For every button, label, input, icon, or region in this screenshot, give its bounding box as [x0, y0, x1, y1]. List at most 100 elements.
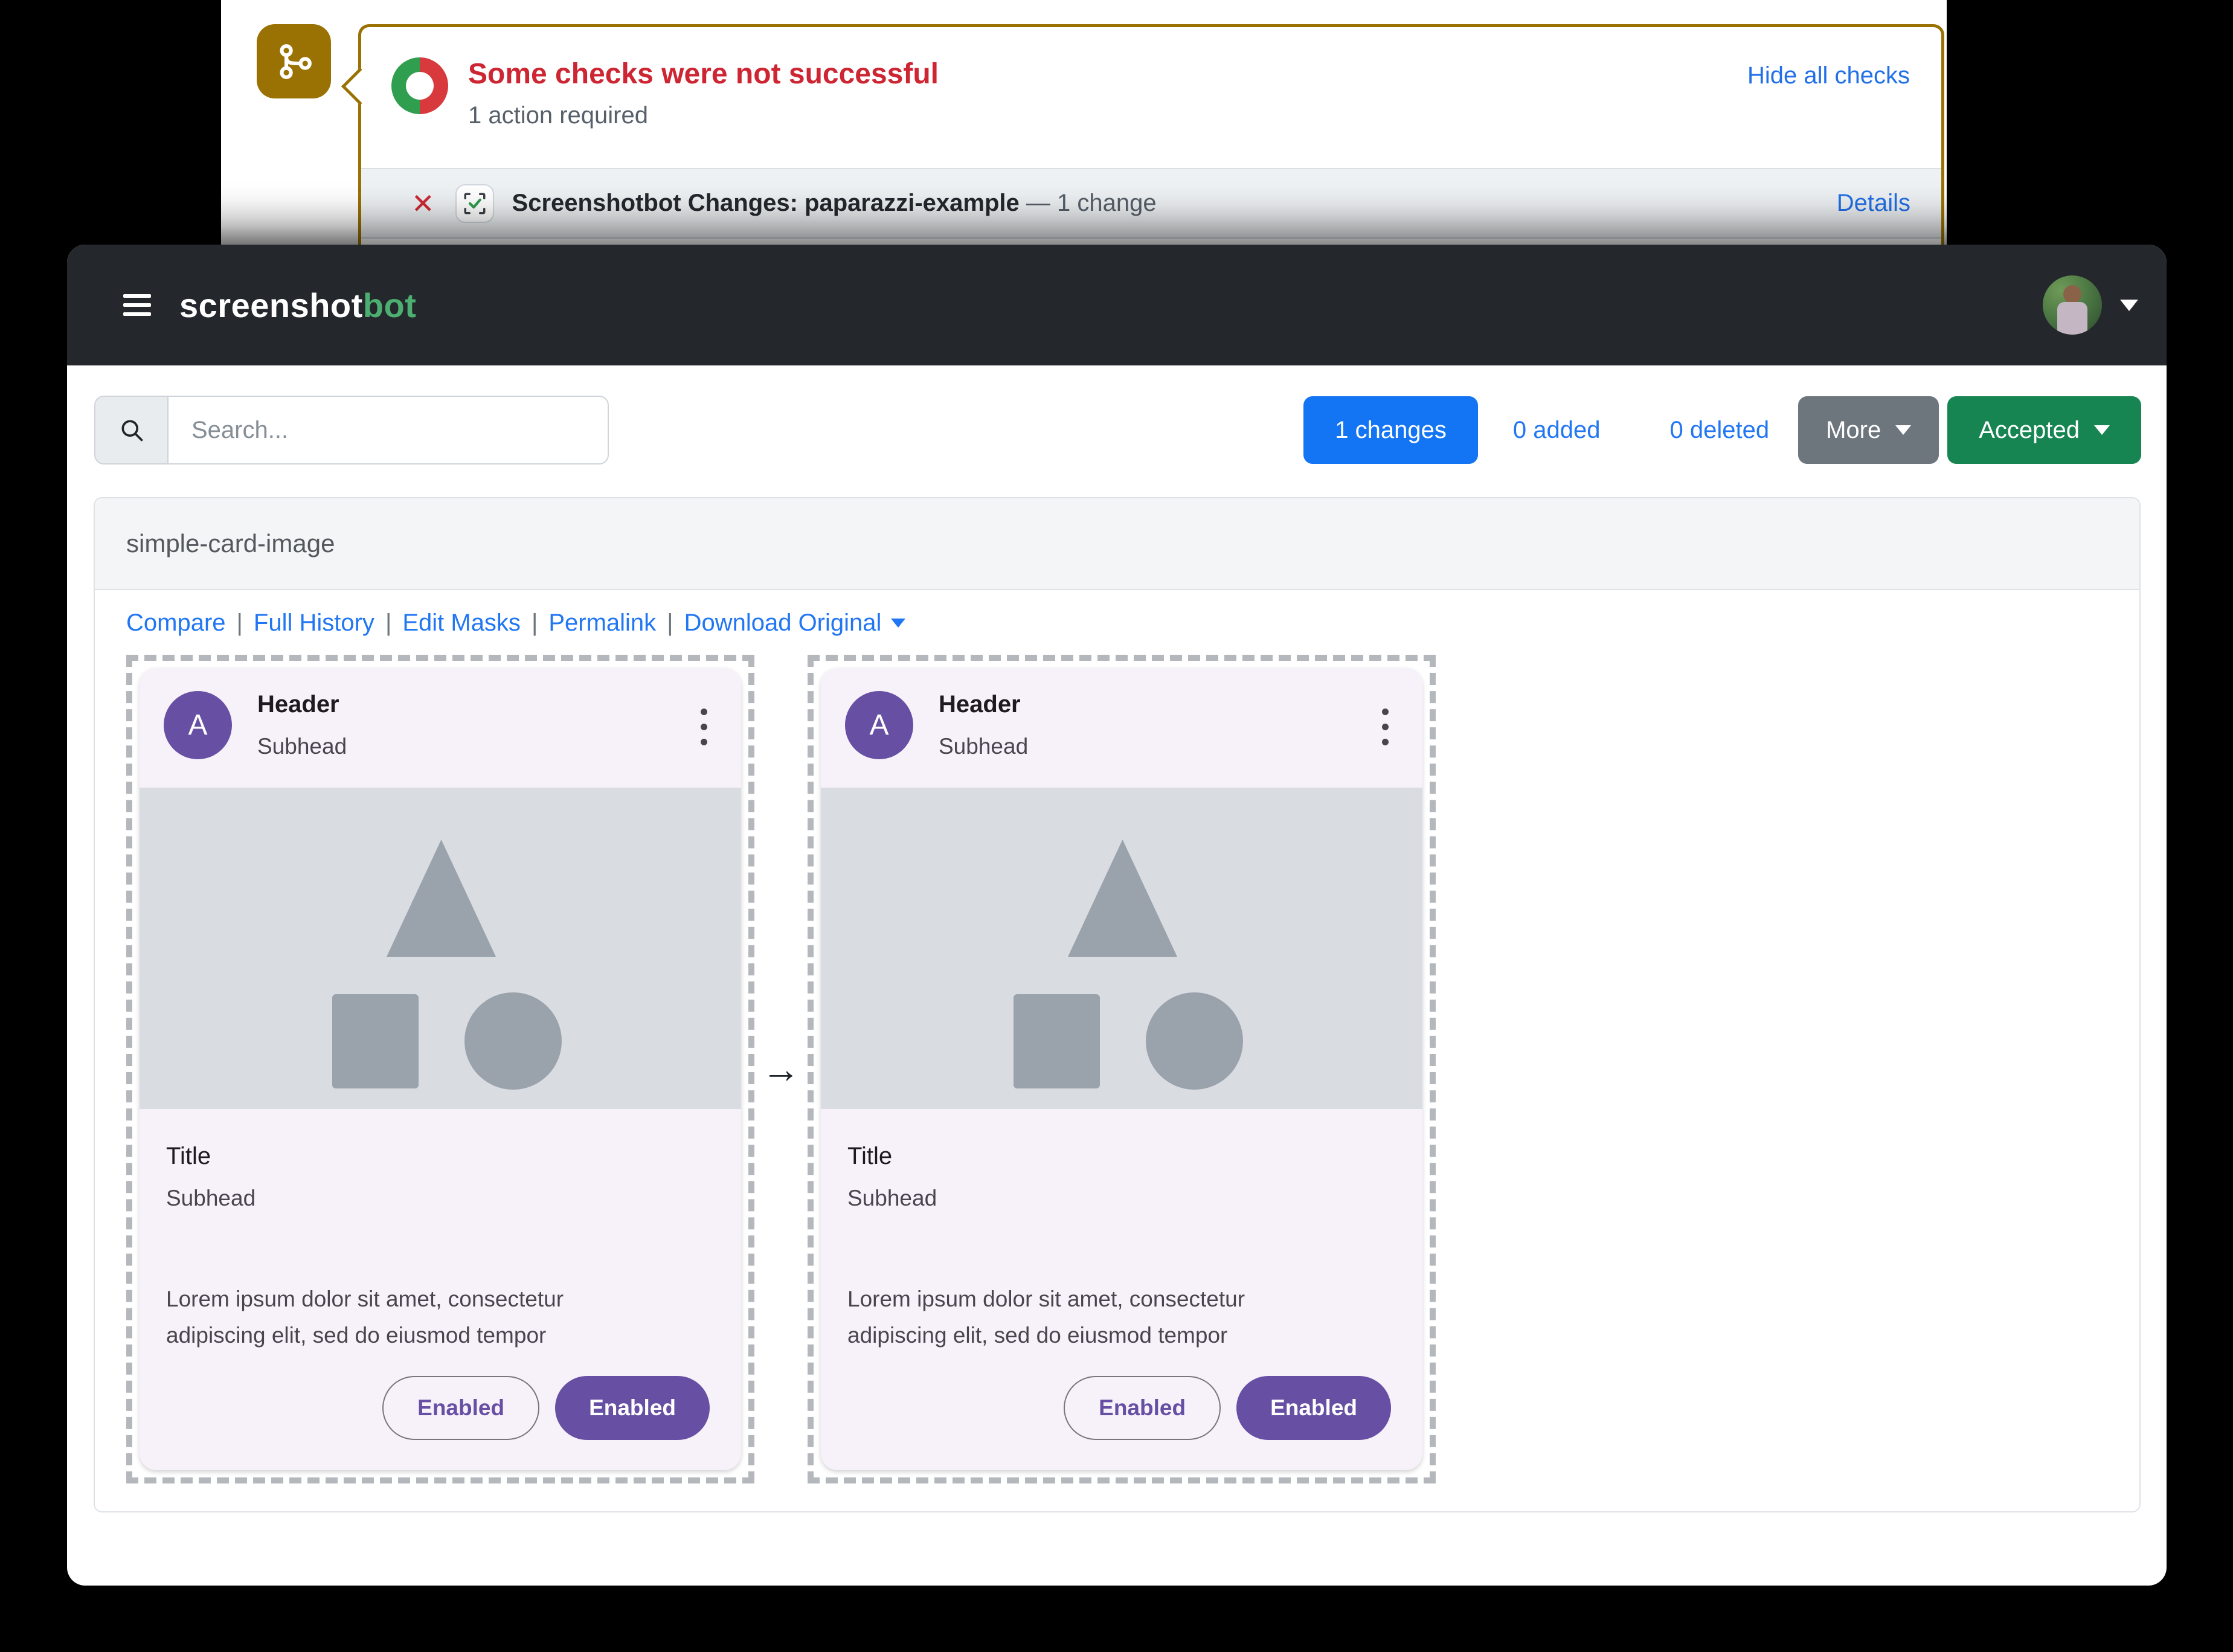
- enabled-outlined-button: Enabled: [382, 1376, 540, 1440]
- search-group: [94, 396, 609, 464]
- report-links-row: Compare | Full History | Edit Masks | Pe…: [126, 609, 2108, 637]
- circle-shape: [464, 992, 562, 1090]
- check-dash: —: [1019, 190, 1057, 216]
- card-body-line2: adipiscing elit, sed do eiusmod tempor: [166, 1323, 547, 1348]
- card-body-line2: adipiscing elit, sed do eiusmod tempor: [847, 1323, 1228, 1348]
- details-link[interactable]: Details: [1837, 190, 1910, 217]
- check-name: Screenshotbot Changes: paparazzi-example: [512, 190, 1020, 216]
- link-separator: |: [385, 609, 392, 636]
- card-body-text: Lorem ipsum dolor sit amet, consectetur …: [847, 1281, 1396, 1354]
- link-separator: |: [667, 609, 673, 636]
- card-header-section: A Header Subhead: [140, 668, 741, 759]
- caret-down-icon: [1895, 425, 1912, 435]
- card-actions: Enabled Enabled: [382, 1376, 710, 1440]
- link-separator: |: [531, 609, 538, 636]
- kebab-menu-icon: [701, 705, 707, 745]
- card-header-title: Header: [257, 691, 339, 718]
- toolbar-right: 1 changes 0 added 0 deleted More Accepte…: [1303, 396, 2141, 464]
- card-header-title: Header: [939, 691, 1021, 718]
- card-header-subhead: Subhead: [939, 734, 1029, 759]
- letter-avatar: A: [164, 691, 232, 759]
- card-text-section: Title Subhead Lorem ipsum dolor sit amet…: [847, 1143, 1396, 1354]
- enabled-filled-button: Enabled: [555, 1376, 710, 1440]
- checks-header: Some checks were not successful 1 action…: [361, 27, 1941, 168]
- card-header-text: Header Subhead: [939, 691, 1028, 759]
- link-separator: |: [236, 609, 243, 636]
- card-title: Title: [847, 1143, 893, 1169]
- added-link[interactable]: 0 added: [1513, 417, 1601, 444]
- search-input[interactable]: [169, 397, 608, 463]
- page: Some checks were not successful 1 action…: [0, 0, 2233, 1652]
- full-history-link[interactable]: Full History: [254, 609, 374, 637]
- card-text-section: Title Subhead Lorem ipsum dolor sit amet…: [166, 1143, 715, 1354]
- card-title: Title: [166, 1143, 211, 1169]
- card-body-text: Lorem ipsum dolor sit amet, consectetur …: [166, 1281, 715, 1354]
- material-card: A Header Subhead Title Subhead Lorem ips…: [821, 668, 1422, 1470]
- status-donut-icon: [391, 57, 448, 114]
- git-commit-icon: [257, 24, 331, 98]
- card-header-text: Header Subhead: [257, 691, 347, 759]
- card-title-subhead: Subhead: [847, 1186, 937, 1210]
- git-branch-glyph: [279, 43, 312, 79]
- card-body-line1: Lorem ipsum dolor sit amet, consectetur: [847, 1287, 1245, 1311]
- viewfinder-check-glyph: [464, 193, 486, 214]
- check-row: ✕ Screenshotbot Changes: paparazzi-examp…: [361, 168, 1941, 239]
- enabled-outlined-button: Enabled: [1064, 1376, 1221, 1440]
- logo[interactable]: screenshotbot: [179, 286, 416, 325]
- triangle-shape: [387, 840, 496, 957]
- card-media-placeholder: [821, 788, 1422, 1109]
- letter-avatar: A: [845, 691, 913, 759]
- report-card-body: Compare | Full History | Edit Masks | Pe…: [95, 590, 2139, 1511]
- report-card: simple-card-image Compare | Full History…: [94, 497, 2141, 1512]
- search-icon: [121, 420, 143, 442]
- check-count: 1 change: [1057, 190, 1157, 216]
- avatar[interactable]: [2043, 275, 2102, 335]
- screenshotbot-check-icon: [455, 184, 494, 223]
- fail-x-icon: ✕: [411, 187, 435, 219]
- enabled-filled-button: Enabled: [1236, 1376, 1391, 1440]
- screenshot-name: simple-card-image: [126, 529, 335, 558]
- accepted-button-label: Accepted: [1979, 416, 2080, 443]
- card-header-subhead: Subhead: [257, 734, 347, 759]
- accepted-button[interactable]: Accepted: [1947, 396, 2141, 464]
- more-button[interactable]: More: [1798, 396, 1939, 464]
- navbar: screenshotbot: [67, 245, 2167, 365]
- toolbar: 1 changes 0 added 0 deleted More Accepte…: [67, 365, 2167, 464]
- kebab-menu-icon: [1382, 705, 1389, 745]
- logo-accent: bot: [362, 286, 417, 324]
- caret-down-icon: [891, 619, 906, 628]
- card-body-line1: Lorem ipsum dolor sit amet, consectetur: [166, 1287, 564, 1311]
- logo-primary: screenshot: [179, 286, 363, 324]
- screenshot-after[interactable]: A Header Subhead Title Subhead Lorem ips…: [808, 655, 1436, 1483]
- checks-status-subtitle: 1 action required: [468, 102, 648, 129]
- card-media-placeholder: [140, 788, 741, 1109]
- edit-masks-link[interactable]: Edit Masks: [402, 609, 521, 637]
- circle-shape: [1146, 992, 1243, 1090]
- report-card-header: simple-card-image: [95, 498, 2139, 590]
- status-text: Some checks were not successful 1 action…: [468, 57, 939, 129]
- search-prepend: [95, 397, 169, 463]
- screenshot-before[interactable]: A Header Subhead Title Subhead Lorem ips…: [126, 655, 754, 1483]
- changes-button[interactable]: 1 changes: [1303, 396, 1478, 464]
- card-actions: Enabled Enabled: [1064, 1376, 1391, 1440]
- permalink-link[interactable]: Permalink: [548, 609, 656, 637]
- square-shape: [1014, 994, 1100, 1088]
- hamburger-menu-icon[interactable]: [123, 294, 151, 316]
- nav-right: [2043, 275, 2138, 335]
- checks-panel: Some checks were not successful 1 action…: [341, 24, 1944, 266]
- triangle-shape: [1068, 840, 1177, 957]
- card-title-subhead: Subhead: [166, 1186, 256, 1210]
- checks-status-title: Some checks were not successful: [468, 58, 939, 90]
- square-shape: [332, 994, 419, 1088]
- caret-down-icon: [2094, 425, 2110, 435]
- more-button-label: More: [1826, 416, 1881, 443]
- deleted-link[interactable]: 0 deleted: [1669, 417, 1769, 444]
- compare-link[interactable]: Compare: [126, 609, 226, 637]
- screenshotbot-window: screenshotbot 1 changes 0 added: [67, 245, 2167, 1586]
- download-original-link[interactable]: Download Original: [684, 609, 882, 637]
- arrow-right-icon: →: [762, 1047, 800, 1091]
- comparison-row: A Header Subhead Title Subhead Lorem ips…: [126, 655, 2108, 1483]
- caret-down-icon[interactable]: [2120, 299, 2138, 311]
- hide-all-checks-link[interactable]: Hide all checks: [1747, 62, 1910, 89]
- card-header-section: A Header Subhead: [821, 668, 1422, 759]
